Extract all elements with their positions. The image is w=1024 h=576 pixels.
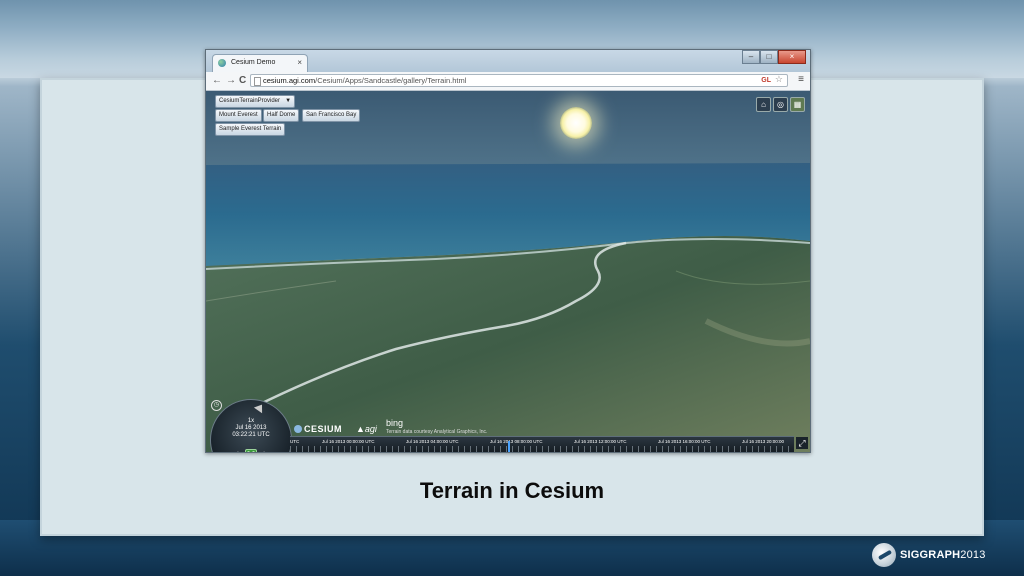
viewer-toolbar: ⌂ ◎ ▦ xyxy=(754,94,805,112)
timeline-label: Jul 16 2013 16:00:00 UTC xyxy=(658,439,711,444)
play-forward-icon[interactable]: ▶ xyxy=(261,450,271,452)
shuttle-ring-knob[interactable] xyxy=(253,401,267,414)
browser-toolbar: ← → C cesium.agi.com/Cesium/Apps/Sandcas… xyxy=(206,72,810,91)
siggraph-wordmark: SIGGRAPH2013 xyxy=(900,549,986,561)
imagery-icon[interactable]: ▦ xyxy=(790,97,805,112)
terrain-credit-text: Terrain data courtesy Analytical Graphic… xyxy=(386,429,488,435)
dropdown-caret-icon: ▼ xyxy=(285,98,292,104)
browser-menu-icon[interactable]: ≡ xyxy=(798,74,804,85)
home-icon[interactable]: ⌂ xyxy=(756,97,771,112)
animation-speed: 1x xyxy=(247,418,255,424)
timeline-label: UTC xyxy=(290,439,300,444)
agi-logo-text: agi xyxy=(364,424,377,434)
close-window-button[interactable]: × xyxy=(778,50,806,64)
agi-logo[interactable]: ▲agi xyxy=(356,424,377,434)
slide-caption: Terrain in Cesium xyxy=(419,478,605,503)
tab-bar: Cesium Demo × – □ × xyxy=(206,50,810,72)
forward-arrow-icon[interactable]: → xyxy=(226,74,236,88)
maximize-button[interactable]: □ xyxy=(760,50,778,64)
siggraph-emblem-icon xyxy=(872,543,896,567)
url-path: /Cesium/Apps/Sandcastle/gallery/Terrain.… xyxy=(315,76,467,85)
sun xyxy=(560,107,592,139)
timeline-ticks xyxy=(290,446,794,452)
cesium-logo-text: CESIUM xyxy=(304,424,343,434)
pause-icon[interactable]: ❚❚ xyxy=(245,448,257,452)
timeline-label: Jul 16 2013 12:00:00 UTC xyxy=(574,439,627,444)
mount-everest-button[interactable]: Mount Everest xyxy=(215,109,262,122)
back-arrow-icon[interactable]: ← xyxy=(212,74,222,88)
fullscreen-icon[interactable]: ⤢ xyxy=(796,437,808,449)
timeline[interactable]: UTC Jul 16 2013 00:00:00 UTC Jul 16 2013… xyxy=(290,436,794,452)
siggraph-year: 2013 xyxy=(960,549,986,561)
globe-icon[interactable]: ◎ xyxy=(773,97,788,112)
webgl-badge[interactable]: GL xyxy=(761,75,771,86)
cesium-favicon-icon xyxy=(218,59,226,67)
timeline-label: Jul 16 2013 08:00:00 UTC xyxy=(490,439,543,444)
cesium-logo[interactable]: CESIUM xyxy=(294,424,342,434)
cesium-viewer[interactable]: CesiumTerrainProvider ▼ Mount Everest Ha… xyxy=(206,91,810,452)
page-icon xyxy=(254,77,261,86)
minimize-button[interactable]: – xyxy=(742,50,760,64)
timeline-label: Jul 16 2013 20:00:00 xyxy=(742,439,785,444)
window-controls: – □ × xyxy=(742,50,806,64)
timeline-needle[interactable] xyxy=(508,441,510,452)
terrain-provider-select[interactable]: CesiumTerrainProvider ▼ xyxy=(215,95,296,108)
half-dome-button[interactable]: Half Dome xyxy=(263,109,300,122)
bing-logo[interactable]: bing xyxy=(386,418,403,428)
browser-window: Cesium Demo × – □ × ← → C cesium.agi.com/C… xyxy=(205,49,811,453)
url-domain: cesium.agi.com xyxy=(263,76,316,85)
terrain-scene xyxy=(206,163,810,452)
timeline-label: Jul 16 2013 04:00:00 UTC xyxy=(406,439,459,444)
terrain-provider-value: CesiumTerrainProvider xyxy=(219,98,281,104)
timeline-label: Jul 16 2013 00:00:00 UTC xyxy=(322,439,375,444)
play-reverse-icon[interactable]: ◀ xyxy=(231,450,241,452)
clock-icon[interactable]: ◷ xyxy=(211,400,222,411)
bookmark-star-icon[interactable]: ☆ xyxy=(775,74,783,85)
address-bar[interactable]: cesium.agi.com/Cesium/Apps/Sandcastle/ga… xyxy=(250,74,788,87)
animation-date: Jul 16 2013 xyxy=(235,425,267,431)
cesium-logo-icon xyxy=(294,425,302,433)
animation-controls: ◀ ❚❚ ▶ xyxy=(229,446,273,452)
sample-everest-terrain-button[interactable]: Sample Everest Terrain xyxy=(215,123,286,136)
tab-title: Cesium Demo xyxy=(231,59,276,66)
tab-close-icon[interactable]: × xyxy=(297,58,302,67)
reload-icon[interactable]: C xyxy=(239,74,246,88)
san-francisco-bay-button[interactable]: San Francisco Bay xyxy=(302,109,361,122)
animation-time: 03:22:21 UTC xyxy=(232,432,270,438)
siggraph-word: SIGGRAPH xyxy=(900,549,961,561)
browser-tab[interactable]: Cesium Demo × xyxy=(212,54,308,72)
